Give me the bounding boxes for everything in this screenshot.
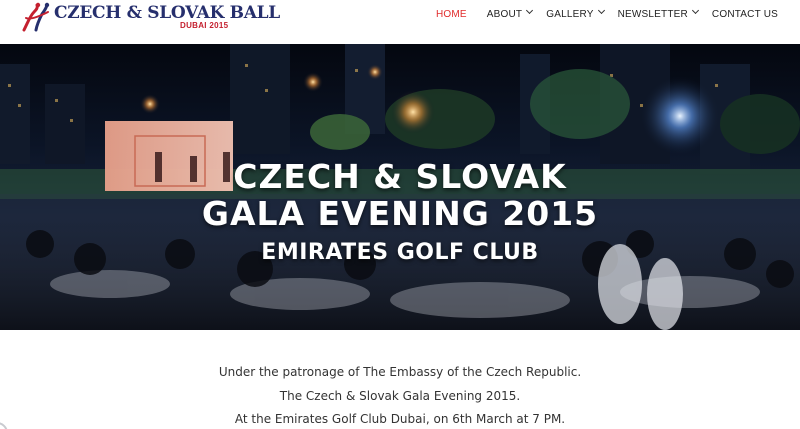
intro-section: Under the patronage of The Embassy of th… <box>0 330 800 429</box>
hero-title-line2: GALA EVENING 2015 <box>201 194 599 233</box>
dancing-couple-logo-icon <box>22 2 50 32</box>
nav-newsletter-label: NEWSLETTER <box>617 8 688 20</box>
nav-about-label: ABOUT <box>486 8 523 20</box>
hero-venue: EMIRATES GOLF CLUB <box>261 240 539 265</box>
hero-banner: CZECH & SLOVAK GALA EVENING 2015 EMIRATE… <box>0 44 800 330</box>
intro-line-patronage: Under the patronage of The Embassy of th… <box>218 365 582 379</box>
nav-gallery-label: GALLERY <box>546 8 594 20</box>
chevron-down-icon <box>691 6 699 15</box>
site-logo[interactable]: CZECH & SLOVAK BALL DUBAI 2015 <box>20 2 280 40</box>
logo-subtitle: DUBAI 2015 <box>180 21 229 30</box>
chevron-down-icon <box>597 6 605 15</box>
nav-contact-us-label: CONTACT US <box>711 8 778 20</box>
nav-contact-us[interactable]: CONTACT US <box>712 9 778 20</box>
main-navigation: HOME ABOUT GALLERY NEWSLETTER CONTACT US <box>416 0 778 28</box>
nav-home-label: HOME <box>435 8 467 20</box>
nav-home[interactable]: HOME <box>436 9 467 20</box>
intro-line-venue-date: At the Emirates Golf Club Dubai, on 6th … <box>234 412 566 426</box>
hero-title-line1: CZECH & SLOVAK <box>233 157 567 196</box>
nav-about[interactable]: ABOUT <box>486 6 534 20</box>
nav-gallery[interactable]: GALLERY <box>546 6 605 20</box>
logo-title: CZECH & SLOVAK BALL <box>54 3 280 23</box>
nav-newsletter[interactable]: NEWSLETTER <box>617 6 699 20</box>
site-header: CZECH & SLOVAK BALL DUBAI 2015 HOME ABOU… <box>0 0 800 44</box>
intro-line-event: The Czech & Slovak Gala Evening 2015. <box>279 389 521 403</box>
chevron-down-icon <box>526 6 534 15</box>
